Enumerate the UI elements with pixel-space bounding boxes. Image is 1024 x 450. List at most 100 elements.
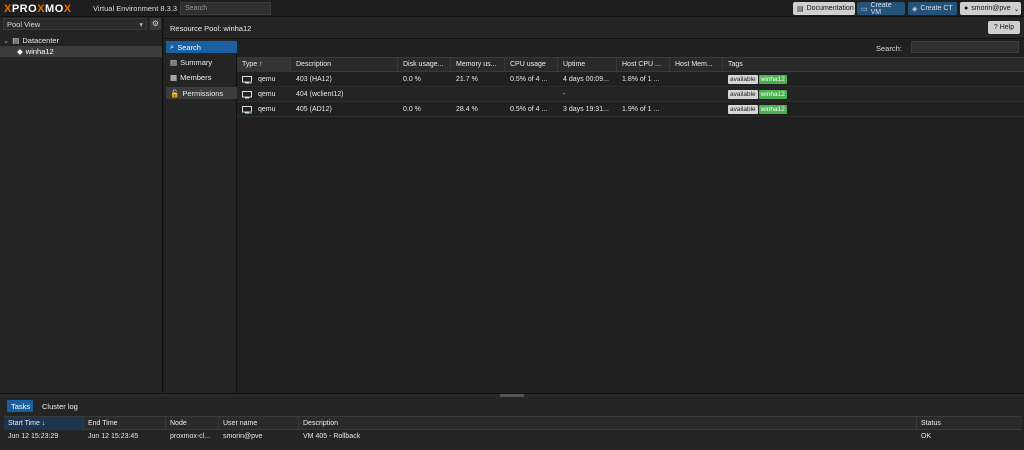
table-row[interactable]: qemu 404 (wclient12) - available winha12 xyxy=(237,88,1024,102)
page-title: Resource Pool: winha12 xyxy=(170,24,252,33)
cell-tags: available winha12 xyxy=(728,73,1024,87)
cell-description: 404 (wclient12) xyxy=(296,91,344,98)
user-icon: ● xyxy=(964,5,969,12)
column-memory[interactable]: Memory us... xyxy=(451,58,505,72)
gear-icon[interactable]: ⚙ xyxy=(150,18,161,30)
pool-side-menu: ⌕ Search ▤ Summary ▦ Members 🔓 Permissio… xyxy=(164,39,237,393)
view-selector[interactable]: Pool View ▾ xyxy=(3,18,147,30)
help-icon: ? xyxy=(993,24,998,31)
book-icon: ▤ xyxy=(170,57,178,67)
column-status[interactable]: Status xyxy=(917,417,1022,430)
column-start-time[interactable]: Start Time ↓ xyxy=(4,417,84,430)
help-button[interactable]: ? Help xyxy=(988,21,1020,34)
column-node[interactable]: Node xyxy=(166,417,219,430)
column-end-time[interactable]: End Time xyxy=(84,417,166,430)
cell-uptime: 3 days 19:31... xyxy=(563,106,609,113)
search-content: Search: Type ↑ Description Disk usage...… xyxy=(237,39,1024,393)
tag-badge[interactable]: available xyxy=(728,74,758,84)
tag-badge[interactable]: winha12 xyxy=(758,104,787,114)
monitor-icon: ▭ xyxy=(861,5,868,13)
column-cpu[interactable]: CPU usage xyxy=(505,58,558,72)
unlock-icon: 🔓 xyxy=(170,88,180,98)
create-vm-button[interactable]: ▭ Create VM xyxy=(857,2,905,16)
column-uptime[interactable]: Uptime xyxy=(558,58,617,72)
tab-tasks[interactable]: Tasks xyxy=(7,400,33,412)
cell-type: qemu xyxy=(258,106,276,113)
proxmox-logo[interactable]: XPROXMOX xyxy=(4,2,72,15)
cell-disk xyxy=(398,88,451,102)
menu-item-members[interactable]: ▦ Members xyxy=(166,71,237,83)
cell-tags: available winha12 xyxy=(728,88,1024,102)
menu-item-summary[interactable]: ▤ Summary xyxy=(166,56,237,68)
search-toolbar: Search: xyxy=(237,39,1024,56)
column-host-cpu[interactable]: Host CPU ... xyxy=(617,58,670,72)
create-ct-button[interactable]: ◈ Create CT xyxy=(908,2,957,15)
log-panel: Tasks Cluster log Start Time ↓ End Time … xyxy=(0,397,1024,450)
cell-host-cpu xyxy=(617,88,670,102)
book-icon: ▤ xyxy=(797,5,804,13)
cell-disk: 0.0 % xyxy=(403,106,421,113)
vm-running-icon xyxy=(242,106,252,114)
cell-host-mem xyxy=(670,88,723,102)
column-tags[interactable]: Tags xyxy=(723,58,1024,72)
tag-badge[interactable]: available xyxy=(728,104,758,114)
column-description[interactable]: Description xyxy=(299,417,917,430)
cell-uptime: - xyxy=(563,91,566,98)
tag-badge[interactable]: winha12 xyxy=(758,74,787,84)
cell-description: VM 405 - Rollback xyxy=(303,433,361,440)
search-label: Search: xyxy=(876,44,902,53)
cell-host-cpu: 1.8% of 1 ... xyxy=(622,76,660,83)
search-icon: ⌕ xyxy=(170,42,175,51)
cell-cpu xyxy=(505,88,558,102)
column-disk[interactable]: Disk usage... xyxy=(398,58,451,72)
cell-uptime: 4 days 00:09... xyxy=(563,76,609,83)
tag-badge[interactable]: winha12 xyxy=(758,89,787,99)
column-host-mem[interactable]: Host Mem... xyxy=(670,58,723,72)
cell-status: OK xyxy=(921,433,932,440)
tab-cluster-log[interactable]: Cluster log xyxy=(38,400,82,412)
tree-item-pool[interactable]: ◆ winha12 xyxy=(0,46,162,57)
column-type[interactable]: Type ↑ xyxy=(237,58,291,72)
tree-item-datacenter[interactable]: ⌄ ▤ Datacenter xyxy=(3,36,59,45)
cube-icon: ◈ xyxy=(912,5,918,13)
content-header: Resource Pool: winha12 ? Help xyxy=(164,17,1024,39)
column-user[interactable]: User name xyxy=(219,417,299,430)
expand-icon: ⌄ xyxy=(3,36,10,45)
cell-memory xyxy=(451,88,505,102)
cell-user: smorin@pve xyxy=(223,433,263,440)
task-row[interactable]: Jun 12 15:23:29 Jun 12 15:23:45 proxmox-… xyxy=(4,431,1022,442)
vm-running-icon xyxy=(242,76,252,84)
global-search-input[interactable]: Search xyxy=(180,2,271,15)
cell-type: qemu xyxy=(258,76,276,83)
cell-disk: 0.0 % xyxy=(403,76,421,83)
cell-cpu: 0.5% of 4 ... xyxy=(510,106,548,113)
vm-stopped-icon xyxy=(242,91,252,99)
menu-item-permissions[interactable]: 🔓 Permissions xyxy=(166,87,237,99)
cell-description: 405 (AD12) xyxy=(296,106,332,113)
grid-icon: ▦ xyxy=(170,72,178,82)
top-bar: XPROXMOX Virtual Environment 8.3.3 Searc… xyxy=(0,0,1024,17)
chevron-down-icon: ▾ xyxy=(139,20,143,29)
version-label: Virtual Environment 8.3.3 xyxy=(93,4,178,13)
documentation-button[interactable]: ▤ Documentation xyxy=(793,2,855,15)
cell-end-time: Jun 12 15:23:45 xyxy=(88,433,139,440)
logo-text: XPROXMOX xyxy=(4,2,72,15)
table-row[interactable]: qemu 405 (AD12) 0.0 % 28.4 % 0.5% of 4 .… xyxy=(237,103,1024,117)
cell-node: proxmox-cl... xyxy=(170,433,211,440)
menu-item-search[interactable]: ⌕ Search xyxy=(166,41,237,53)
task-grid-header: Start Time ↓ End Time Node User name Des… xyxy=(4,416,1022,430)
cell-host-mem xyxy=(670,73,723,87)
cell-cpu: 0.5% of 4 ... xyxy=(510,76,548,83)
cell-description: 403 (HA12) xyxy=(296,76,332,83)
tag-badge[interactable]: available xyxy=(728,89,758,99)
chevron-down-icon: ⌄ xyxy=(1013,5,1020,13)
cell-host-cpu: 1.9% of 1 ... xyxy=(622,106,660,113)
cell-memory: 21.7 % xyxy=(456,76,478,83)
user-menu-button[interactable]: ● smorin@pve ⌄ xyxy=(960,2,1021,15)
cell-memory: 28.4 % xyxy=(456,106,478,113)
table-row[interactable]: qemu 403 (HA12) 0.0 % 21.7 % 0.5% of 4 .… xyxy=(237,73,1024,87)
column-description[interactable]: Description xyxy=(291,58,398,72)
cell-tags: available winha12 xyxy=(728,103,1024,117)
search-input[interactable] xyxy=(911,41,1019,53)
resource-tree-panel: Pool View ▾ ⚙ ⌄ ▤ Datacenter ◆ winha12 xyxy=(0,17,163,393)
